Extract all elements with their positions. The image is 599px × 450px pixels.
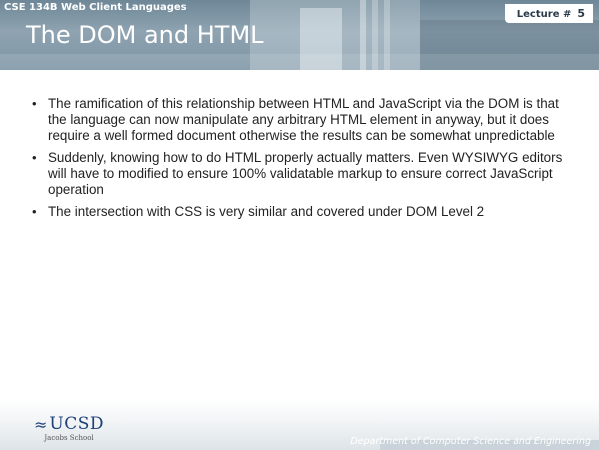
slide: CSE 134B Web Client Languages Lecture # … bbox=[0, 0, 599, 450]
department-name: Department of Computer Science and Engin… bbox=[350, 436, 591, 447]
bullet-text: The ramification of this relationship be… bbox=[48, 96, 559, 143]
bullet-list: • The ramification of this relationship … bbox=[32, 96, 572, 226]
lecture-label: Lecture # bbox=[516, 9, 572, 20]
banner-graphic bbox=[372, 0, 378, 70]
banner-graphic bbox=[384, 0, 390, 70]
logo-text: UCSD bbox=[49, 414, 105, 434]
bullet-text: Suddenly, knowing how to do HTML properl… bbox=[48, 150, 563, 197]
wave-icon: ≈ bbox=[34, 414, 48, 434]
course-name: CSE 134B Web Client Languages bbox=[4, 2, 187, 13]
bullet-item: • Suddenly, knowing how to do HTML prope… bbox=[32, 150, 572, 198]
banner-graphic bbox=[360, 0, 366, 70]
header-banner: CSE 134B Web Client Languages Lecture # … bbox=[0, 0, 599, 70]
bullet-text: The intersection with CSS is very simila… bbox=[48, 204, 485, 219]
slide-title: The DOM and HTML bbox=[26, 21, 264, 49]
lecture-badge: Lecture # 5 bbox=[504, 4, 593, 23]
banner-graphic bbox=[0, 54, 599, 70]
ucsd-logo: ≈ UCSD Jacobs School bbox=[34, 414, 104, 442]
lecture-number: 5 bbox=[577, 7, 585, 20]
logo-subtext: Jacobs School bbox=[44, 434, 94, 442]
bullet-icon: • bbox=[32, 150, 37, 165]
logo-row: ≈ UCSD bbox=[34, 414, 104, 434]
bullet-icon: • bbox=[32, 96, 37, 111]
bullet-item: • The ramification of this relationship … bbox=[32, 96, 572, 144]
bullet-icon: • bbox=[32, 204, 37, 219]
bullet-item: • The intersection with CSS is very simi… bbox=[32, 204, 572, 220]
